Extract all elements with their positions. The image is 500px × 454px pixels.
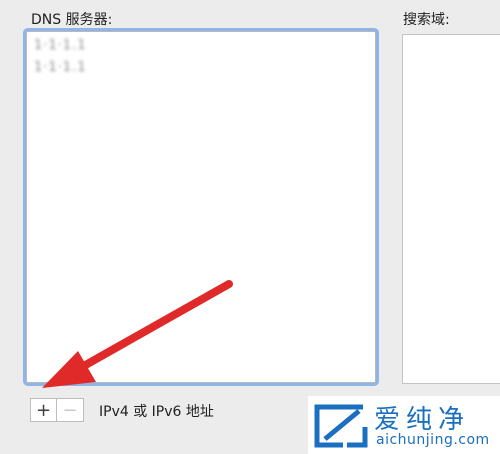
aichunjing-logo-icon <box>314 404 368 448</box>
red-annotation-arrow-icon <box>42 280 233 388</box>
watermark: 爱纯净 aichunjing.com <box>308 396 500 454</box>
watermark-brand: 爱纯净 <box>374 405 471 435</box>
watermark-url: aichunjing.com <box>376 432 490 448</box>
